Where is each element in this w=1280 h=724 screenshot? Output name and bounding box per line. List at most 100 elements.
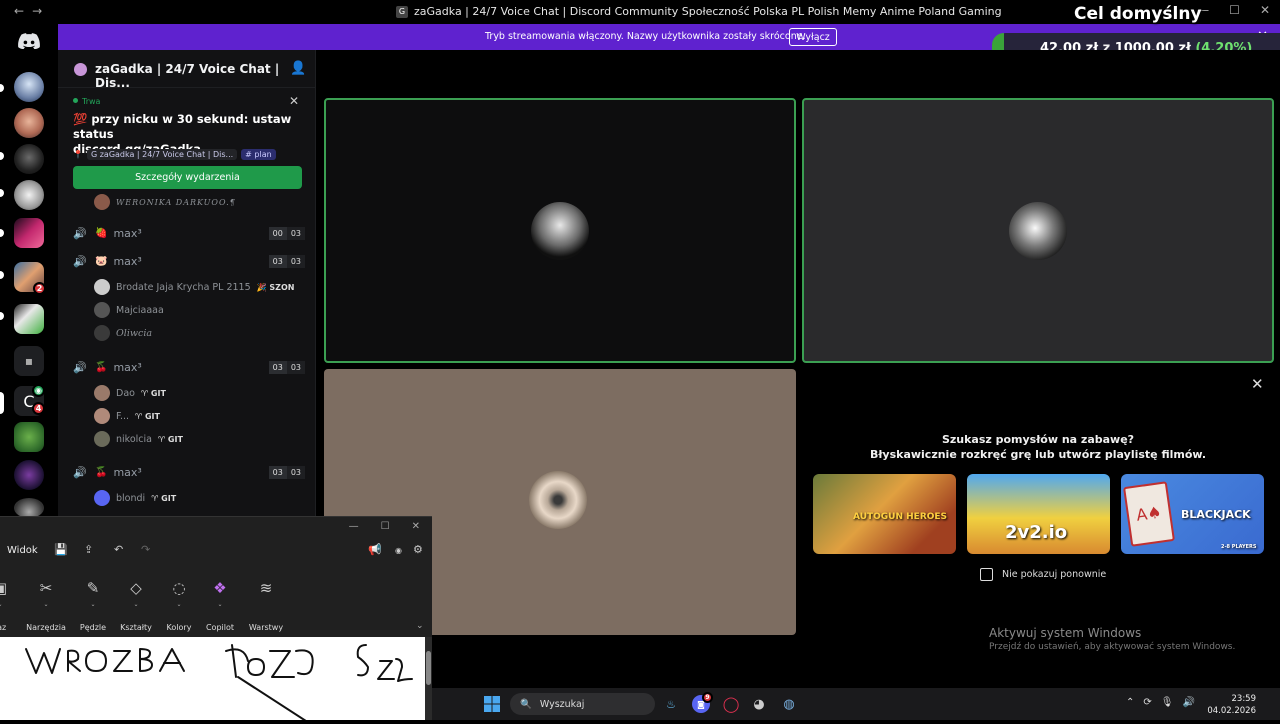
server-header[interactable]: zaGadka | 24/7 Voice Chat | Dis... 👤 xyxy=(58,50,316,90)
maximize-icon[interactable]: ☐ xyxy=(381,521,390,532)
voice-channel[interactable]: 🔊 🍓 max³ 00 03 xyxy=(73,224,305,242)
sync-icon[interactable]: ⟳ xyxy=(1143,697,1151,708)
nav-arrows[interactable]: ←→ xyxy=(14,4,50,18)
server-folder-1[interactable] xyxy=(14,218,44,248)
server-header-icon xyxy=(74,63,87,76)
channel-name: max³ xyxy=(113,254,142,268)
close-activity-icon[interactable]: ✕ xyxy=(1251,375,1264,393)
taskbar-search[interactable]: 🔍 Wyszukaj xyxy=(510,693,655,715)
tool-group-layers[interactable]: ≋ Warstwy xyxy=(242,565,290,632)
redo-icon[interactable]: ↷ xyxy=(141,543,150,556)
copilot-icon: ❖ xyxy=(213,579,227,597)
voice-user[interactable]: nikolcia ♈ GIT xyxy=(94,430,183,448)
share-icon[interactable]: ⇪ xyxy=(84,543,93,556)
event-location: 📍 G zaGadka | 24/7 Voice Chat | Dis... #… xyxy=(73,147,276,161)
watermark-line2: Przejdź do ustawień, aby aktywować syste… xyxy=(989,642,1236,652)
windows-start-icon[interactable] xyxy=(484,696,500,712)
minimize-icon[interactable]: — xyxy=(349,521,359,532)
opera-icon[interactable]: ◯ xyxy=(722,695,740,713)
user-count: 00 03 xyxy=(268,226,305,240)
user-count: 03 03 xyxy=(268,465,305,479)
close-window-icon[interactable]: ✕ xyxy=(1260,3,1270,17)
voice-user[interactable]: WERONIKA DARKUOO.¶ xyxy=(94,193,236,211)
taskbar-clock[interactable]: 23:59 04.02.2026 xyxy=(1207,693,1256,717)
dont-show-again-label[interactable]: Nie pokazuj ponownie xyxy=(1002,569,1106,580)
volume-icon[interactable]: 🔊 xyxy=(1182,697,1194,708)
game-card-autogun[interactable]: AUTOGUN HEROES xyxy=(813,474,956,554)
close-window-icon[interactable]: ✕ xyxy=(412,521,420,532)
voice-user[interactable]: Majciaaaa xyxy=(94,301,164,319)
tool-group-copilot[interactable]: ❖ ⌄ Copilot xyxy=(196,565,244,632)
speaker-icon: 🔊 xyxy=(73,254,87,268)
voice-user-name: Oliwcia xyxy=(116,327,153,339)
microphone-icon[interactable]: 🎙 xyxy=(1161,697,1174,708)
chevron-up-icon[interactable]: ⌃ xyxy=(1126,697,1134,708)
forward-arrow-icon[interactable]: → xyxy=(32,4,50,18)
server-icon-pepe[interactable] xyxy=(14,422,44,452)
event-card: Trwa ✕ 💯 przy nicku w 30 sekund: ustaw s… xyxy=(58,90,316,196)
folder-icon[interactable]: ▪ xyxy=(14,346,44,376)
voice-channel[interactable]: 🔊 🍒 max³ 03 03 xyxy=(73,358,305,376)
paint-window: — ☐ ✕ Widok 💾 ⇪ ↶ ↷ 📢 ◉ ⚙ ▣⌄raz ✂⌄Narzęd… xyxy=(0,516,432,638)
tool-group-brushes[interactable]: ✎ ⌄ Pędzle xyxy=(69,565,117,632)
event-server-tag[interactable]: G zaGadka | 24/7 Voice Chat | Dis... xyxy=(86,148,238,160)
tools-icon: ✂ xyxy=(39,579,53,597)
discord-home-icon[interactable] xyxy=(18,33,40,49)
dont-show-again-checkbox[interactable] xyxy=(980,568,993,581)
server-icon-partial[interactable] xyxy=(14,498,44,518)
browser-icon[interactable]: ◍ xyxy=(780,695,798,713)
channel-emoji: 🐷 xyxy=(95,255,108,267)
server-icon-4[interactable] xyxy=(14,180,44,210)
steam-icon[interactable]: ♨ xyxy=(662,695,680,713)
view-menu[interactable]: Widok xyxy=(7,545,38,556)
user-tag: ♈ GIT xyxy=(151,493,177,503)
voice-user[interactable]: blondi ♈ GIT xyxy=(94,489,176,507)
ribbon-expand-icon[interactable]: ⌄ xyxy=(416,621,424,631)
account-icon[interactable]: ◉ xyxy=(395,546,402,555)
undo-icon[interactable]: ↶ xyxy=(114,543,123,556)
close-event-icon[interactable]: ✕ xyxy=(289,94,299,108)
disable-streamer-mode-button[interactable]: Wyłącz xyxy=(789,28,837,46)
server-icon-1[interactable] xyxy=(14,72,44,102)
canvas-scrollbar[interactable] xyxy=(425,637,432,720)
tool-group-tools[interactable]: ✂ ⌄ Narzędzia xyxy=(22,565,70,632)
voice-user[interactable]: Oliwcia xyxy=(94,324,152,342)
avatar xyxy=(94,194,110,210)
voice-channel[interactable]: 🔊 🍒 max³ 03 03 xyxy=(73,463,305,481)
tool-label: Warstwy xyxy=(248,623,284,632)
voice-user[interactable]: Brodate Jaja Krycha PL 2115 🎉 SZON xyxy=(94,278,294,296)
broadcast-icon[interactable]: 📢 xyxy=(368,543,382,556)
tool-label: Pędzle xyxy=(79,623,107,632)
server-folder-3[interactable] xyxy=(14,304,44,334)
server-icon-3[interactable] xyxy=(14,144,44,174)
voice-user[interactable]: F... ♈ GIT xyxy=(94,407,160,425)
tool-group-shapes[interactable]: ◇ ⌄ Kształty xyxy=(112,565,160,632)
settings-gear-icon[interactable]: ⚙ xyxy=(413,543,423,556)
voice-user[interactable]: Dao ♈ GIT xyxy=(94,384,166,402)
back-arrow-icon[interactable]: ← xyxy=(14,4,32,18)
unread-pill xyxy=(0,271,4,279)
scrollbar-thumb[interactable] xyxy=(426,651,431,685)
server-icon-purple[interactable] xyxy=(14,460,44,490)
save-icon[interactable]: 💾 xyxy=(54,543,68,556)
server-name[interactable]: zaGadka | 24/7 Voice Chat | Dis... xyxy=(95,62,316,90)
mention-badge: 2 xyxy=(33,282,46,295)
maximize-icon[interactable]: ☐ xyxy=(1229,3,1240,17)
paint-canvas[interactable] xyxy=(0,637,425,722)
server-icon-2[interactable] xyxy=(14,108,44,138)
app-icon[interactable]: ◕ xyxy=(750,695,768,713)
tool-group-image[interactable]: ▣⌄ raz xyxy=(0,565,24,632)
speaker-icon: 🔊 xyxy=(73,360,87,374)
avatar xyxy=(94,490,110,506)
avatar xyxy=(94,408,110,424)
channel-emoji: 🍒 xyxy=(95,361,108,373)
event-details-button[interactable]: Szczegóły wydarzenia xyxy=(73,166,302,189)
person-add-icon[interactable]: 👤 xyxy=(290,61,306,76)
voice-channel[interactable]: 🔊 🐷 max³ 03 03 xyxy=(73,252,305,270)
participant-tile[interactable] xyxy=(802,98,1274,363)
game-card-blackjack[interactable]: A♠ BLACKJACK 2-8 PLAYERS xyxy=(1121,474,1264,554)
event-channel-tag[interactable]: # plan xyxy=(241,148,276,160)
participant-tile[interactable] xyxy=(324,98,796,363)
game-card-2v2[interactable]: 2v2.io xyxy=(967,474,1110,554)
channel-emoji: 🍓 xyxy=(95,227,108,239)
